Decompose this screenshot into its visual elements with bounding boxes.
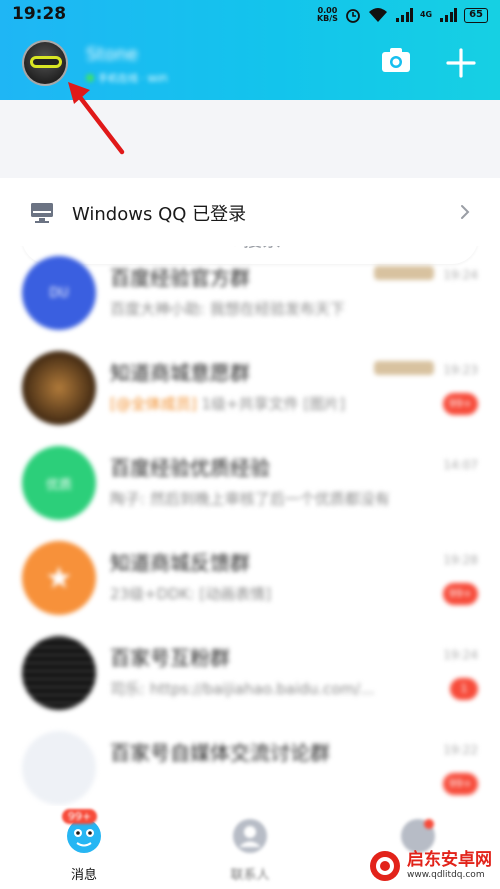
chat-preview-tag: [@全体成员] xyxy=(110,395,197,413)
chat-title: 知道商城反馈群 xyxy=(110,551,250,575)
chat-avatar: 优质 xyxy=(22,446,96,520)
unread-badge: 99+ xyxy=(442,583,478,605)
login-notice-text: Windows QQ 已登录 xyxy=(72,204,247,225)
chat-title: 百度经验优质经验 xyxy=(110,456,270,480)
tab-contacts-label: 联系人 xyxy=(230,868,270,883)
online-status-text: 手机在线 · WiFi xyxy=(98,74,168,85)
messages-badge: 99+ xyxy=(62,809,98,824)
chat-avatar xyxy=(22,351,96,425)
chat-list: DU 百度经验官方群 百度大神小助: 我想在经验发布天下 19:24 知道商城意… xyxy=(0,246,500,806)
status-time: 19:28 xyxy=(12,4,67,24)
chat-preview-text: 23级+DDK: [动画表情] xyxy=(110,585,272,603)
chat-time: 19:24 xyxy=(443,268,478,282)
chat-avatar: ★ xyxy=(22,541,96,615)
online-status: 手机在线 · WiFi xyxy=(86,70,168,85)
chat-preview: 司乐: https://baijiahao.baidu.com/... xyxy=(110,678,430,699)
chat-item[interactable]: 百家号自媒体交流讨论群 19:22 99+ xyxy=(0,721,500,806)
monitor-icon xyxy=(31,203,53,223)
watermark-name: 启东安卓网 xyxy=(407,850,492,870)
header-bar: 19:28 0.00 KB/S 4G 65 Stone 手机在线 · WiFi xyxy=(0,0,500,100)
chat-time: 19:24 xyxy=(443,648,478,662)
chat-preview: 百度大神小助: 我想在经验发布天下 xyxy=(110,298,430,319)
chat-item[interactable]: ★ 知道商城反馈群 23级+DDK: [动画表情] 19:28 99+ xyxy=(0,531,500,626)
camera-icon[interactable] xyxy=(379,44,413,78)
contacts-icon xyxy=(233,819,267,853)
chat-avatar-text: DU xyxy=(49,285,69,301)
net-type: 4G xyxy=(419,10,433,19)
net-speed-unit: KB/S xyxy=(316,14,338,23)
windows-login-notice[interactable]: Windows QQ 已登录 xyxy=(0,178,500,246)
alarm-icon xyxy=(346,9,360,23)
unread-badge: 99+ xyxy=(442,773,478,795)
signal-icon xyxy=(395,8,413,22)
signal-icon-2 xyxy=(440,8,458,22)
avatar-goggles xyxy=(30,56,62,68)
search-area: 搜索 xyxy=(0,100,500,264)
chat-time: 19:22 xyxy=(443,743,478,757)
watermark-logo-icon xyxy=(370,851,400,881)
net-speed: 0.00 KB/S xyxy=(317,7,338,23)
unread-badge: 1 xyxy=(450,678,478,700)
watermark: 启东安卓网 www.qdlitdq.com xyxy=(368,844,498,888)
chat-item[interactable]: 百家号互粉群 司乐: https://baijiahao.baidu.com/.… xyxy=(0,626,500,721)
watermark-url: www.qdlitdq.com xyxy=(407,870,485,880)
tab-messages[interactable]: 消息 xyxy=(34,816,134,883)
chat-item[interactable]: 优质 百度经验优质经验 陶子: 然后到晚上审核了后一个优质都没有 14:07 xyxy=(0,436,500,531)
chat-title: 百家号互粉群 xyxy=(110,646,230,670)
wifi-icon xyxy=(368,8,387,22)
chat-title: 百家号自媒体交流讨论群 xyxy=(110,741,330,765)
chat-preview-text: 百度大神小助: 我想在经验发布天下 xyxy=(110,300,345,318)
chat-avatar-text: 优质 xyxy=(45,477,72,493)
tab-contacts[interactable]: 联系人 xyxy=(200,816,300,883)
chat-sticker xyxy=(374,266,434,280)
chat-item[interactable]: 知道商城意愿群 [@全体成员] 1级+共享文件 [图片] 19:23 99+ xyxy=(0,341,500,436)
chevron-right-icon xyxy=(461,205,470,219)
chat-time: 19:23 xyxy=(443,363,478,377)
battery-indicator: 65 xyxy=(464,7,488,23)
chat-preview-text: 陶子: 然后到晚上审核了后一个优质都没有 xyxy=(110,490,390,508)
status-bar: 19:28 0.00 KB/S 4G 65 xyxy=(0,0,500,30)
chat-preview-text: 1级+共享文件 [图片] xyxy=(196,395,346,413)
unread-badge: 99+ xyxy=(442,393,478,415)
chat-sticker xyxy=(374,361,434,375)
chat-preview: [@全体成员] 1级+共享文件 [图片] xyxy=(110,393,430,414)
plus-icon[interactable] xyxy=(442,44,480,82)
chat-item[interactable]: DU 百度经验官方群 百度大神小助: 我想在经验发布天下 19:24 xyxy=(0,246,500,341)
user-avatar[interactable] xyxy=(22,40,68,86)
chat-preview: 陶子: 然后到晚上审核了后一个优质都没有 xyxy=(110,488,430,509)
chat-time: 19:28 xyxy=(443,553,478,567)
chat-avatar: DU xyxy=(22,256,96,330)
chat-title: 百度经验官方群 xyxy=(110,266,250,290)
online-dot-icon xyxy=(86,73,94,82)
username[interactable]: Stone xyxy=(86,44,138,65)
chat-avatar xyxy=(22,731,96,805)
chat-time: 14:07 xyxy=(443,458,478,472)
status-icons: 0.00 KB/S 4G 65 xyxy=(317,5,488,25)
chat-title: 知道商城意愿群 xyxy=(110,361,250,385)
star-icon: ★ xyxy=(45,560,73,596)
tab-messages-label: 消息 xyxy=(70,868,97,883)
chat-preview-text: 司乐: https://baijiahao.baidu.com/... xyxy=(110,680,375,698)
chat-preview: 23级+DDK: [动画表情] xyxy=(110,583,430,604)
chat-avatar xyxy=(22,636,96,710)
